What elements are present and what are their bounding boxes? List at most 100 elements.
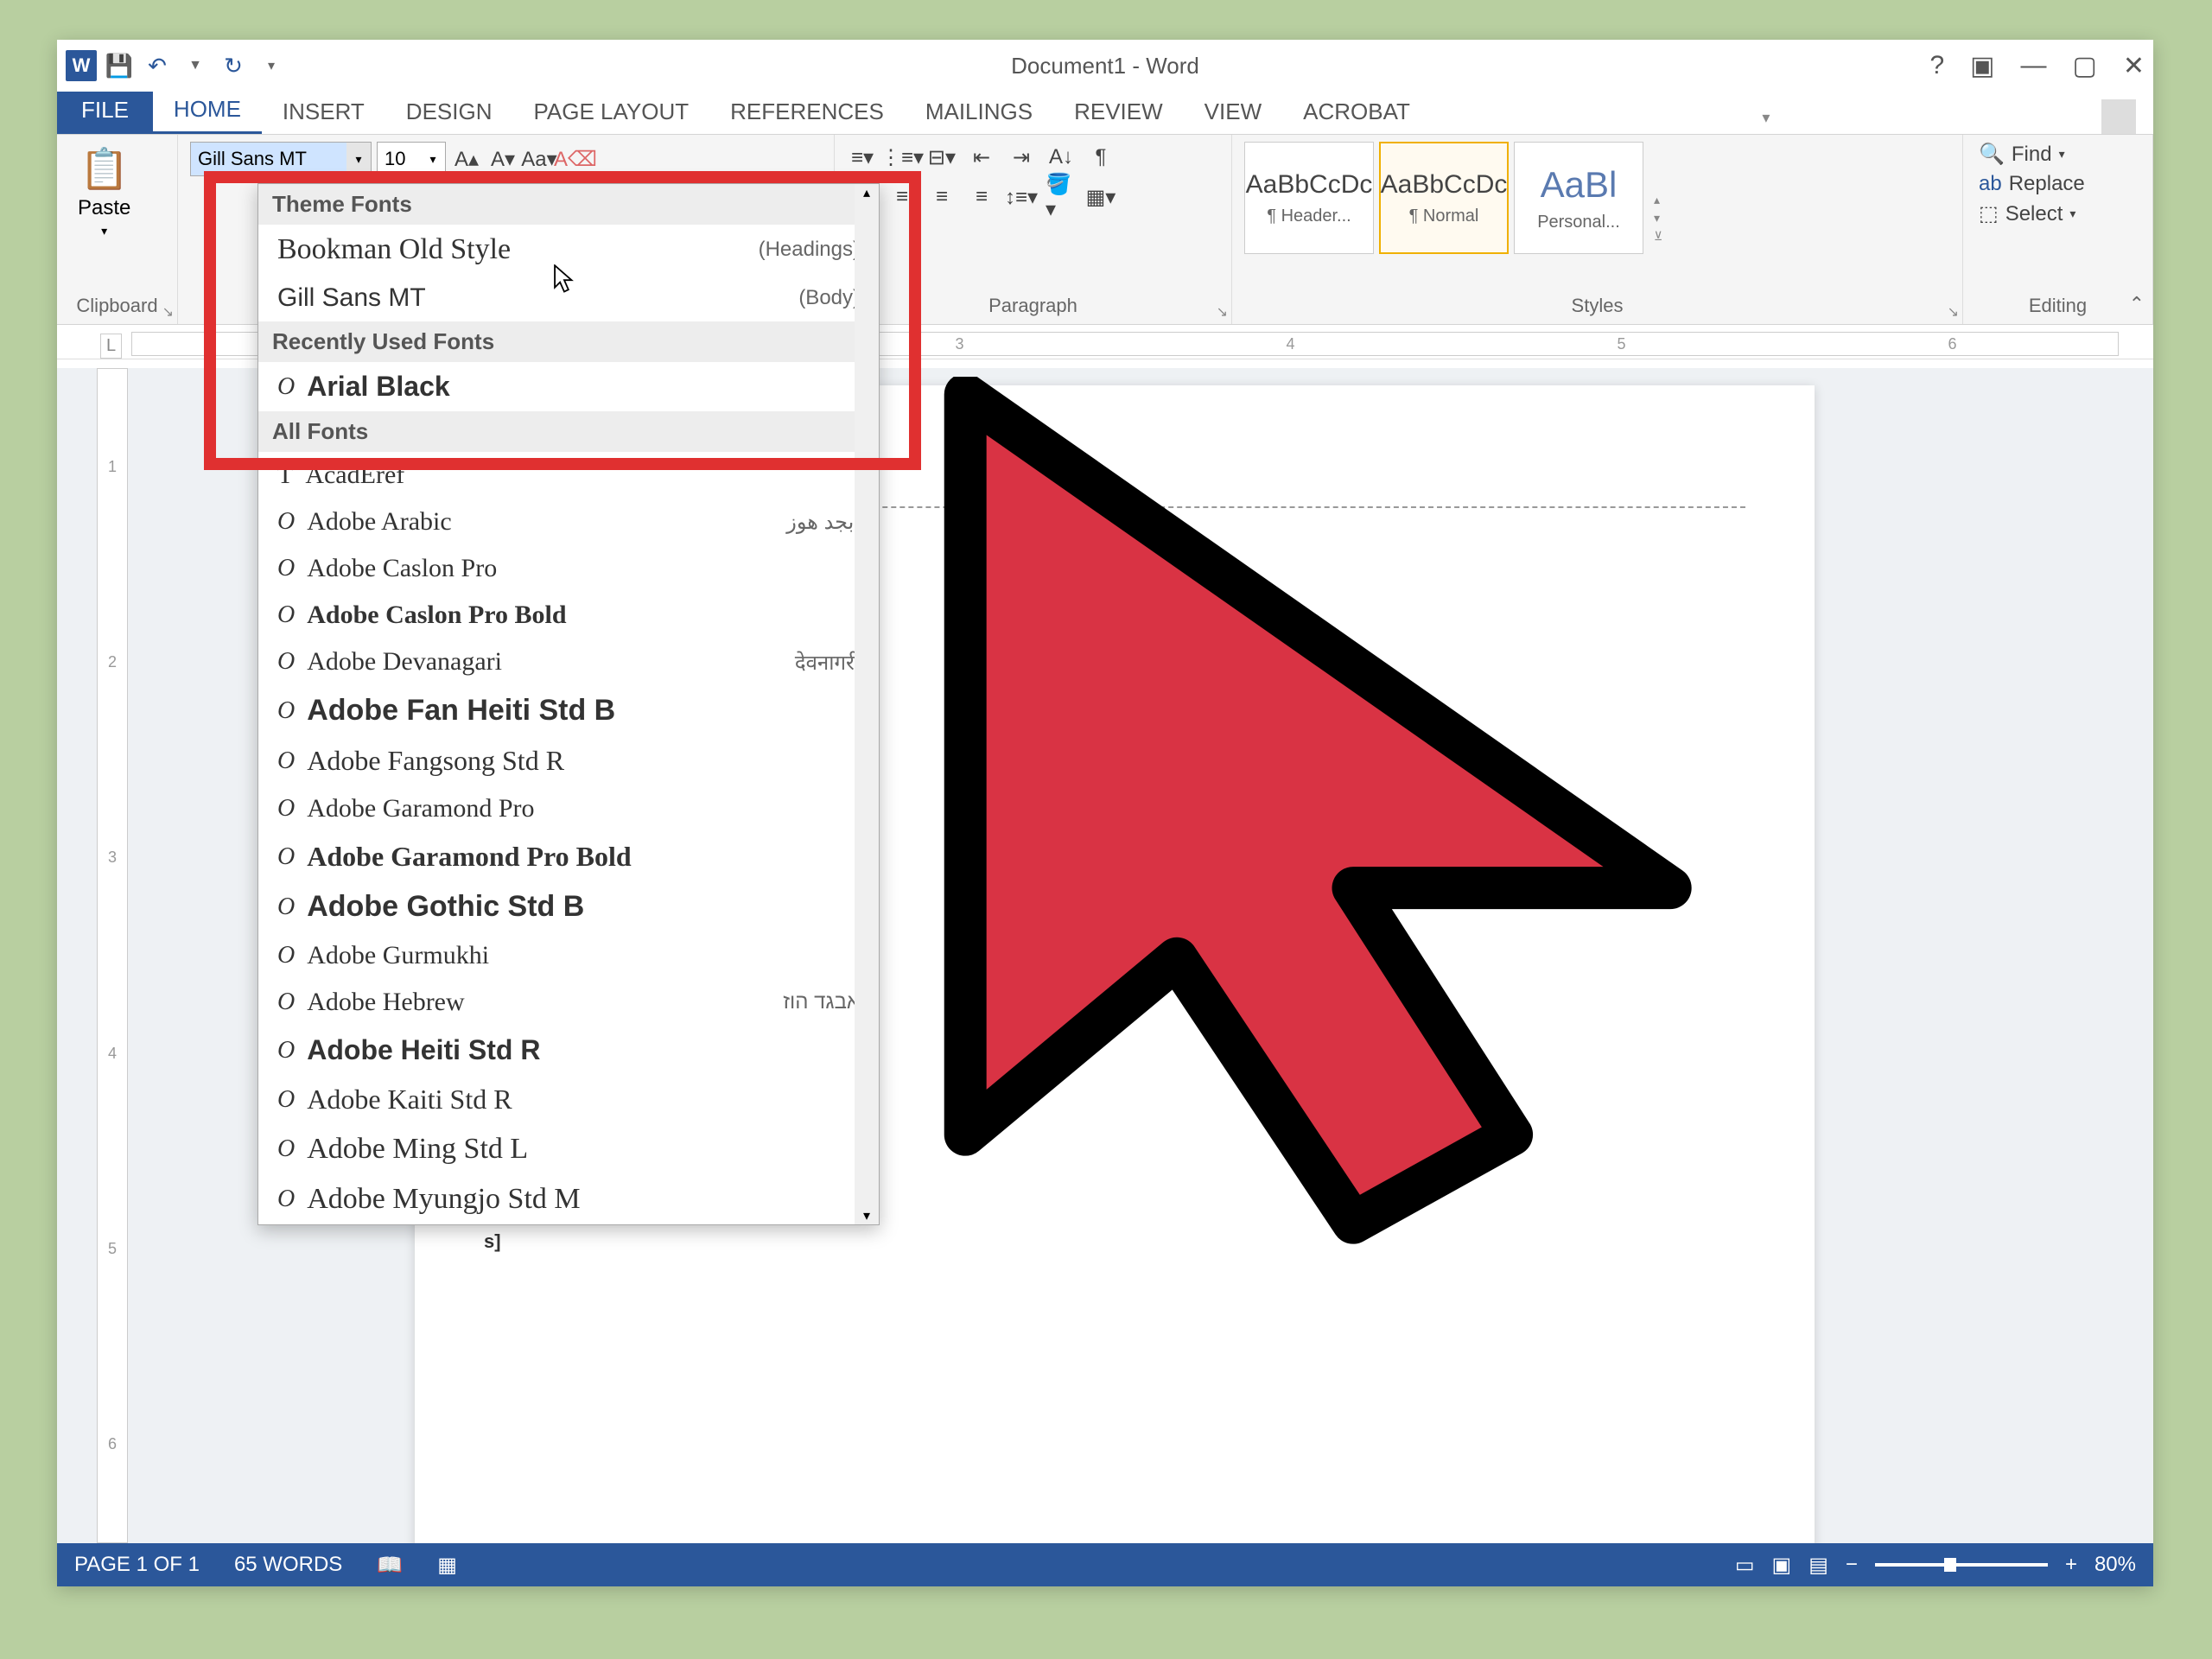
tab-home[interactable]: HOME (153, 87, 262, 134)
tab-selector-icon[interactable]: L (100, 334, 122, 359)
font-item[interactable]: OAdobe Kaiti Std R (258, 1075, 879, 1124)
replace-button[interactable]: ab Replace (1979, 172, 2137, 196)
increase-indent-icon[interactable]: ⇥ (1006, 142, 1037, 173)
tab-design[interactable]: DESIGN (385, 90, 513, 134)
multilevel-list-icon[interactable]: ⊟▾ (926, 142, 957, 173)
font-item[interactable]: OAdobe Caslon Pro (258, 545, 879, 592)
style-personal[interactable]: AaBl Personal... (1514, 142, 1643, 254)
tab-view[interactable]: VIEW (1184, 90, 1282, 134)
clipboard-launcher-icon[interactable]: ↘ (162, 303, 174, 321)
read-mode-icon[interactable]: ▭ (1735, 1553, 1755, 1578)
clear-formatting-icon[interactable]: A⌫ (560, 143, 591, 175)
tab-insert[interactable]: INSERT (262, 90, 385, 134)
zoom-in-icon[interactable]: + (2065, 1553, 2077, 1577)
paragraph-launcher-icon[interactable]: ↘ (1217, 303, 1228, 321)
font-name-input[interactable] (191, 143, 346, 175)
font-item[interactable]: OAdobe Garamond Pro (258, 785, 879, 832)
zoom-slider[interactable] (1875, 1563, 2048, 1567)
zoom-level[interactable]: 80% (2094, 1553, 2136, 1577)
bullets-icon[interactable]: ≡▾ (847, 142, 878, 173)
style-header[interactable]: AaBbCcDc ¶ Header... (1244, 142, 1374, 254)
font-name-dropdown-icon[interactable]: ▾ (346, 143, 371, 175)
paste-button[interactable]: 📋 Paste ▾ (69, 142, 139, 242)
font-dropdown-scrollbar[interactable]: ▴ ▾ (855, 184, 879, 1224)
font-item[interactable]: OAdobe Devanagariदेवनागरी (258, 639, 879, 685)
spelling-icon[interactable]: 📖 (377, 1553, 403, 1578)
font-name-combo[interactable]: ▾ (190, 142, 372, 176)
font-item[interactable]: ƬAcadEref (258, 452, 879, 499)
grow-font-icon[interactable]: A▴ (451, 143, 482, 175)
vertical-ruler[interactable]: 1 2 3 4 5 6 (97, 368, 128, 1543)
maximize-icon[interactable]: ▢ (2073, 51, 2097, 81)
shrink-font-icon[interactable]: A▾ (487, 143, 518, 175)
line-spacing-icon[interactable]: ↕≡▾ (1006, 181, 1037, 213)
paste-dropdown-icon[interactable]: ▾ (101, 224, 107, 238)
undo-dropdown-icon[interactable]: ▼ (180, 50, 211, 81)
select-dropdown-icon[interactable]: ▾ (2069, 207, 2075, 221)
account-icon[interactable] (2101, 99, 2136, 134)
align-right-icon[interactable]: ≡ (926, 181, 957, 213)
scroll-down-icon[interactable]: ▾ (863, 1207, 870, 1224)
print-layout-icon[interactable]: ▣ (1772, 1553, 1792, 1578)
styles-scroll-up-icon[interactable]: ▴ (1654, 193, 1662, 207)
zoom-out-icon[interactable]: − (1846, 1553, 1858, 1577)
show-marks-icon[interactable]: ¶ (1085, 142, 1116, 173)
tab-acrobat[interactable]: ACROBAT (1282, 90, 1431, 134)
ribbon-display-icon[interactable]: ▣ (1970, 51, 1994, 81)
minimize-icon[interactable]: — (2021, 51, 2047, 80)
help-icon[interactable]: ? (1929, 51, 1944, 80)
font-item[interactable]: OAdobe Caslon Pro Bold (258, 592, 879, 639)
tab-references[interactable]: REFERENCES (709, 90, 905, 134)
change-case-icon[interactable]: Aa▾ (524, 143, 555, 175)
ribbon-more-icon[interactable]: ▾ (1755, 102, 1777, 134)
styles-scroll-down-icon[interactable]: ▾ (1654, 211, 1662, 226)
word-count[interactable]: 65 WORDS (234, 1553, 342, 1577)
macro-icon[interactable]: ▦ (437, 1553, 457, 1578)
numbering-icon[interactable]: ⋮≡▾ (887, 142, 918, 173)
qat-customize-icon[interactable]: ▾ (256, 50, 287, 81)
style-normal[interactable]: AaBbCcDc ¶ Normal (1379, 142, 1509, 254)
sort-icon[interactable]: A↓ (1046, 142, 1077, 173)
font-item-arial-black[interactable]: OArial Black (258, 362, 879, 411)
shading-icon[interactable]: 🪣▾ (1046, 181, 1077, 213)
tab-review[interactable]: REVIEW (1053, 90, 1184, 134)
decrease-indent-icon[interactable]: ⇤ (966, 142, 997, 173)
collapse-ribbon-icon[interactable]: ⌃ (2129, 293, 2145, 315)
font-item[interactable]: OAdobe Fan Heiti Std B (258, 685, 879, 736)
tab-page-layout[interactable]: PAGE LAYOUT (512, 90, 709, 134)
ruler-mark: 2 (108, 653, 117, 671)
web-layout-icon[interactable]: ▤ (1808, 1553, 1828, 1578)
font-item-bookman[interactable]: Bookman Old Style (Headings) (258, 225, 879, 275)
zoom-thumb[interactable] (1944, 1558, 1956, 1572)
font-item[interactable]: OAdobe Heiti Std R (258, 1026, 879, 1075)
undo-icon[interactable]: ↶ (142, 50, 173, 81)
align-center-icon[interactable]: ≡ (887, 181, 918, 213)
tab-file[interactable]: FILE (57, 86, 153, 134)
font-item-gill-sans[interactable]: Gill Sans MT (Body) (258, 275, 879, 321)
font-item[interactable]: OAdobe Gothic Std B (258, 881, 879, 932)
font-item[interactable]: OAdobe Hebrewאבגד הוז (258, 979, 879, 1026)
font-item[interactable]: OAdobe Ming Std L (258, 1124, 879, 1174)
find-dropdown-icon[interactable]: ▾ (2059, 147, 2065, 162)
borders-icon[interactable]: ▦▾ (1085, 181, 1116, 213)
redo-icon[interactable]: ↻ (218, 50, 249, 81)
page-count[interactable]: PAGE 1 OF 1 (74, 1553, 200, 1577)
justify-icon[interactable]: ≡ (966, 181, 997, 213)
save-icon[interactable]: 💾 (104, 50, 135, 81)
font-size-dropdown-icon[interactable]: ▾ (421, 143, 445, 175)
find-button[interactable]: 🔍 Find ▾ (1979, 142, 2137, 167)
font-item[interactable]: OAdobe Myungjo Std M (258, 1174, 879, 1224)
styles-more-icon[interactable]: ⊻ (1654, 229, 1662, 244)
font-item[interactable]: OAdobe Gurmukhi (258, 932, 879, 979)
select-button[interactable]: ⬚ Select ▾ (1979, 201, 2137, 226)
styles-launcher-icon[interactable]: ↘ (1948, 303, 1959, 321)
font-item[interactable]: OAdobe Fangsong Std R (258, 736, 879, 785)
word-window: W 💾 ↶ ▼ ↻ ▾ Document1 - Word ? ▣ — ▢ ✕ F… (57, 40, 2153, 1586)
font-size-input[interactable] (378, 143, 421, 175)
font-size-combo[interactable]: ▾ (377, 142, 446, 176)
font-item[interactable]: OAdobe Arabicأبجد هوز (258, 499, 879, 545)
tab-mailings[interactable]: MAILINGS (905, 90, 1053, 134)
font-item[interactable]: OAdobe Garamond Pro Bold (258, 832, 879, 881)
close-icon[interactable]: ✕ (2123, 51, 2145, 81)
scroll-up-icon[interactable]: ▴ (863, 184, 870, 201)
